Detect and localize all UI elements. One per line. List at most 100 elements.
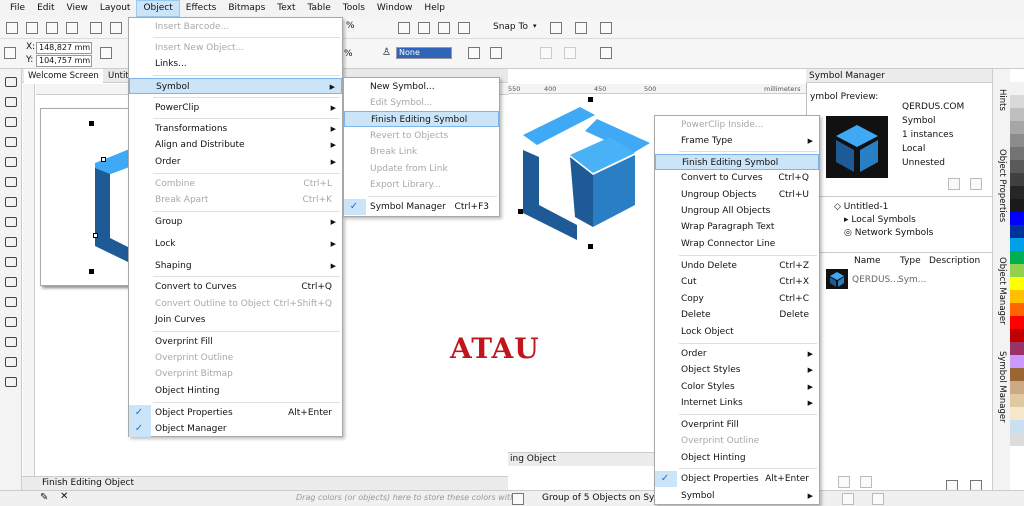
freehand-tool-icon[interactable] [5, 157, 17, 167]
menu-item-internet-links[interactable]: Internet Links ▶ [655, 395, 819, 411]
menu-item-cut[interactable]: Cut Ctrl+X [655, 274, 819, 290]
color-swatch[interactable] [1010, 134, 1024, 147]
menu-file[interactable]: File [4, 1, 31, 16]
to-front-icon[interactable] [468, 47, 480, 59]
menu-item-overprint-bitmap[interactable]: Overprint Bitmap [129, 366, 342, 382]
color-swatch[interactable] [1010, 95, 1024, 108]
color-swatch[interactable] [1010, 238, 1024, 251]
copy-icon[interactable] [110, 22, 122, 34]
menu-item-new-symbol[interactable]: New Symbol... [344, 79, 499, 95]
combine-icon[interactable] [540, 47, 552, 59]
menu-item-finish-editing-symbol[interactable]: Finish Editing Symbol [655, 154, 819, 170]
selection-handle[interactable] [89, 269, 94, 274]
color-swatch[interactable] [1010, 199, 1024, 212]
selection-handle[interactable] [518, 209, 523, 214]
fill-tool-icon[interactable] [5, 377, 17, 387]
menu-item-overprint-outline[interactable]: Overprint Outline [129, 350, 342, 366]
close-icon[interactable]: ✕ [60, 491, 68, 502]
crop-tool-icon[interactable] [5, 117, 17, 127]
parallel-dimension-icon[interactable] [5, 277, 17, 287]
rulers-icon[interactable] [418, 22, 430, 34]
outline-width-select[interactable]: None [396, 47, 452, 59]
side-tab-object-manager[interactable]: Object Manager [997, 257, 1007, 325]
menu-item-order[interactable]: Order ▶ [129, 154, 342, 170]
y-position-field[interactable]: 104,757 mm [36, 55, 92, 67]
shape-tool-icon[interactable] [5, 97, 17, 107]
menu-tools[interactable]: Tools [337, 1, 371, 16]
menu-item-color-styles[interactable]: Color Styles ▶ [655, 379, 819, 395]
menu-object[interactable]: Object [136, 0, 180, 17]
menu-item-object-hinting[interactable]: Object Hinting [655, 450, 819, 466]
tab-label[interactable]: ing Object [510, 454, 556, 464]
menu-item-join-curves[interactable]: Join Curves [129, 312, 342, 328]
cut-icon[interactable] [90, 22, 102, 34]
menu-item-break-link[interactable]: Break Link [344, 144, 499, 160]
launch-icon[interactable] [600, 22, 612, 34]
grid-icon[interactable] [438, 22, 450, 34]
color-swatch[interactable] [1010, 264, 1024, 277]
polygon-tool-icon[interactable] [5, 237, 17, 247]
color-swatch[interactable] [1010, 303, 1024, 316]
menu-item-ungroup-all-objects[interactable]: Ungroup All Objects [655, 203, 819, 219]
fill-swatch-icon[interactable] [842, 493, 854, 505]
color-swatch[interactable] [1010, 342, 1024, 355]
menu-item-break-apart[interactable]: Break Apart Ctrl+K [129, 192, 342, 208]
color-swatch[interactable] [1010, 433, 1024, 446]
width-icon[interactable] [100, 47, 112, 59]
menu-item-shaping[interactable]: Shaping ▶ [129, 258, 342, 274]
menu-item-insert-new-object[interactable]: Insert New Object... [129, 40, 342, 56]
new-document-icon[interactable] [6, 22, 18, 34]
ellipse-tool-icon[interactable] [5, 217, 17, 227]
logo-cube[interactable] [515, 95, 660, 245]
menu-item-symbol-manager[interactable]: ✓ Symbol Manager Ctrl+F3 [344, 199, 499, 215]
menu-item-combine[interactable]: Combine Ctrl+L [129, 176, 342, 192]
color-swatch[interactable] [1010, 394, 1024, 407]
color-swatch[interactable] [1010, 212, 1024, 225]
snap-to-dropdown[interactable]: Snap To [493, 22, 528, 32]
color-swatch[interactable] [1010, 446, 1024, 459]
color-swatch[interactable] [1010, 277, 1024, 290]
delete-symbol-icon[interactable] [860, 476, 872, 488]
menu-item-lock-object[interactable]: Lock Object [655, 324, 819, 340]
menu-item-powerclip[interactable]: PowerClip ▶ [129, 100, 342, 116]
color-swatch[interactable] [1010, 316, 1024, 329]
menu-item-overprint-fill[interactable]: Overprint Fill [655, 417, 819, 433]
object-origin-icon[interactable] [4, 47, 16, 59]
menu-effects[interactable]: Effects [180, 1, 223, 16]
menu-item-object-hinting[interactable]: Object Hinting [129, 383, 342, 399]
menu-item-symbol[interactable]: Symbol ▶ [129, 78, 342, 94]
menu-item-convert-to-curves[interactable]: Convert to Curves Ctrl+Q [655, 170, 819, 186]
color-swatch[interactable] [1010, 121, 1024, 134]
eyedropper-icon[interactable] [5, 357, 17, 367]
color-swatch[interactable] [1010, 69, 1024, 82]
artistic-media-icon[interactable] [5, 177, 17, 187]
menu-item-overprint-fill[interactable]: Overprint Fill [129, 334, 342, 350]
menu-item-object-manager[interactable]: ✓ Object Manager [129, 421, 342, 437]
color-swatch[interactable] [1010, 420, 1024, 433]
menu-item-frame-type[interactable]: Frame Type ▶ [655, 133, 819, 149]
side-tab-symbol-manager[interactable]: Symbol Manager [997, 351, 1007, 423]
col-header-description[interactable]: Description [929, 256, 980, 266]
color-swatch[interactable] [1010, 160, 1024, 173]
menu-item-convert-outline-to-object[interactable]: Convert Outline to Object Ctrl+Shift+Q [129, 296, 342, 312]
menu-item-delete[interactable]: Delete Delete [655, 307, 819, 323]
tree-item[interactable]: ◇ Untitled-1 [830, 201, 933, 214]
menu-window[interactable]: Window [371, 1, 419, 16]
rectangle-tool-icon[interactable] [5, 197, 17, 207]
menu-layout[interactable]: Layout [94, 1, 137, 16]
color-swatch[interactable] [1010, 290, 1024, 303]
col-header-type[interactable]: Type [900, 256, 921, 266]
side-tab-hints[interactable]: Hints [997, 89, 1007, 111]
menu-item-undo-delete[interactable]: Undo Delete Ctrl+Z [655, 258, 819, 274]
menu-item-object-properties[interactable]: ✓ Object Properties Alt+Enter [655, 471, 819, 487]
color-swatch[interactable] [1010, 407, 1024, 420]
menu-item-group[interactable]: Group ▶ [129, 214, 342, 230]
selection-handle[interactable] [588, 97, 593, 102]
side-tab-object-properties[interactable]: Object Properties [997, 149, 1007, 222]
zoom-tool-icon[interactable] [5, 137, 17, 147]
menu-view[interactable]: View [61, 1, 94, 16]
menu-item-order[interactable]: Order ▶ [655, 346, 819, 362]
color-swatch[interactable] [1010, 173, 1024, 186]
settings-icon[interactable] [575, 22, 587, 34]
save-icon[interactable] [46, 22, 58, 34]
